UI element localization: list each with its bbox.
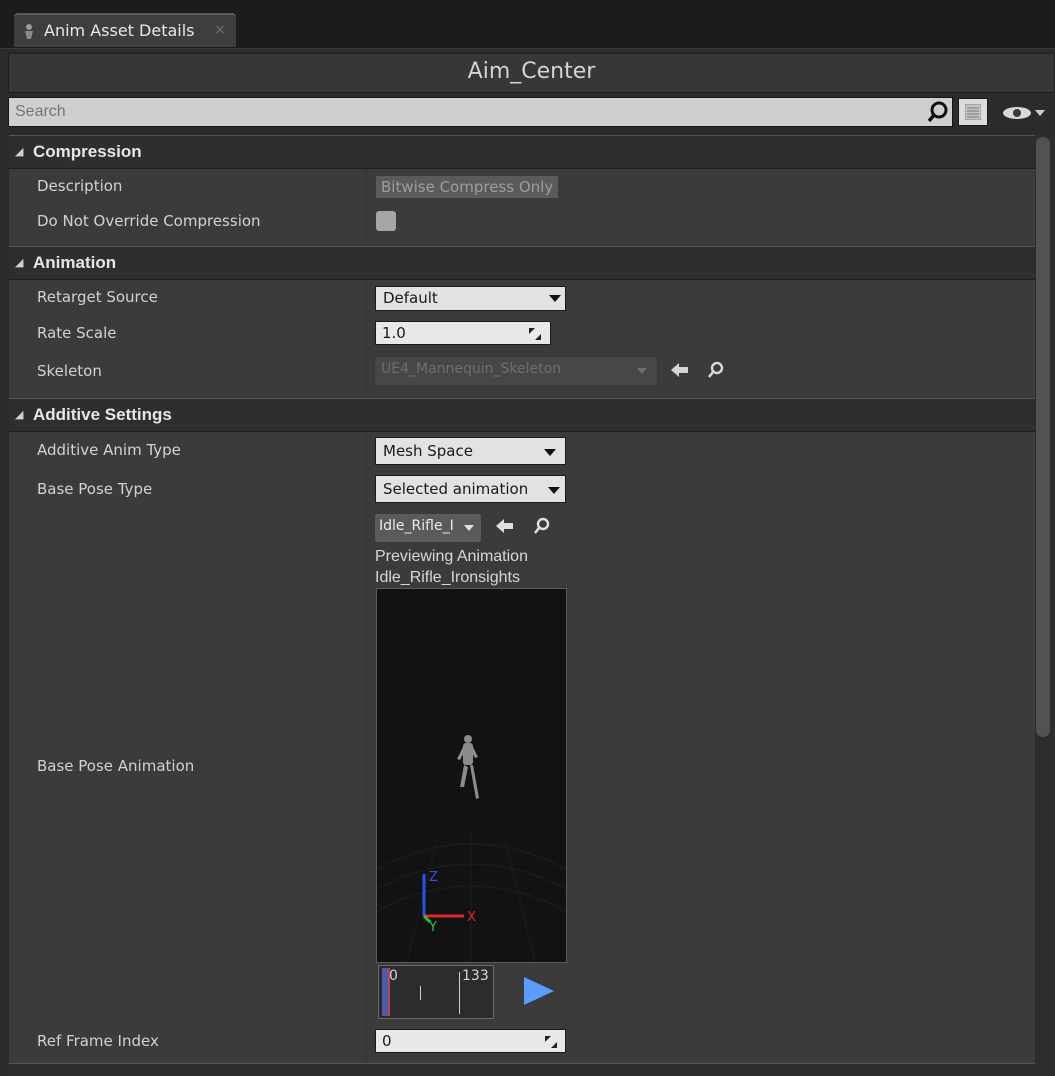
asset-title-bar: Aim_Center [8,53,1055,93]
tick-mark [420,986,421,1000]
spin-arrows-icon [545,1036,557,1048]
base-pose-animation-picker[interactable]: Idle_Rifle_I [375,514,481,542]
column-divider [366,169,367,243]
tab-strip: Anim Asset Details × [0,0,1055,49]
description-value: Bitwise Compress Only [376,176,559,198]
ref-frame-index-input[interactable]: 0 [375,1029,566,1053]
axis-gizmo: Z X Y [422,870,476,935]
scrollbar-thumb[interactable] [1036,137,1050,737]
chevron-down-icon [637,368,647,374]
additive-anim-type-label: Additive Anim Type [37,441,181,459]
column-divider [366,280,367,395]
skeleton-value: UE4_Mannequin_Skeleton [381,361,562,377]
ref-frame-index-value: 0 [382,1032,392,1050]
arrow-left-icon[interactable] [496,518,514,534]
chevron-down-icon [464,525,474,531]
chevron-down-icon [549,295,561,302]
eye-icon[interactable] [995,102,1053,124]
mannequin-figure [457,735,479,799]
category-title: Additive Settings [33,405,172,424]
preview-line-2: Idle_Rifle_Ironsights [375,569,520,586]
category-additive-settings[interactable]: ◢ Additive Settings [9,398,1035,432]
chevron-down-icon [544,449,556,456]
dropdown-value: Default [383,289,438,307]
gear-icon [25,24,33,39]
spin-arrows-icon [529,328,541,340]
category-animation[interactable]: ◢ Animation [9,246,1035,280]
preview-line-1: Previewing Animation [375,548,528,565]
tab-label: Anim Asset Details [44,21,195,40]
axis-z-label: Z [429,870,438,885]
ref-frame-index-label: Ref Frame Index [37,1032,159,1050]
override-compression-label: Do Not Override Compression [37,212,261,230]
category-next-partial[interactable] [9,1063,1035,1076]
tab-close-icon[interactable]: × [214,22,226,38]
search-icon[interactable] [707,361,725,379]
details-panel: ◢ Compression Description Bitwise Compre… [8,135,1035,1076]
collapse-triangle-icon: ◢ [15,145,24,158]
description-label: Description [37,177,123,195]
axis-y-label: Y [428,920,437,935]
end-marker [459,972,460,1014]
column-divider [366,432,367,1076]
base-pose-animation-label: Base Pose Animation [37,757,195,775]
skeleton-label: Skeleton [37,362,102,380]
base-pose-type-dropdown[interactable]: Selected animation [375,475,566,503]
chevron-down-icon [548,487,560,494]
category-title: Compression [33,142,142,161]
play-icon[interactable] [522,975,556,1007]
tab-anim-asset-details[interactable]: Anim Asset Details × [14,13,236,47]
category-title: Animation [33,253,117,272]
timeline-scrubber[interactable]: 0 133 [378,965,494,1019]
dropdown-value: Selected animation [383,480,529,498]
search-icon[interactable] [533,517,551,535]
dropdown-value: Mesh Space [383,442,473,460]
arrow-left-icon[interactable] [671,362,689,378]
ground-grid [377,829,566,962]
timeline-start: 0 [389,968,398,984]
category-compression[interactable]: ◢ Compression [9,135,1035,169]
skeleton-picker[interactable]: UE4_Mannequin_Skeleton [375,357,657,385]
grid-view-button[interactable] [958,98,988,126]
preview-caption: Previewing Animation Idle_Rifle_Ironsigh… [375,546,528,588]
search-input[interactable] [8,97,953,127]
rate-scale-label: Rate Scale [37,324,117,342]
search-icon[interactable] [925,99,951,125]
timeline-end: 133 [462,968,489,984]
override-compression-checkbox[interactable] [376,211,396,231]
retarget-source-label: Retarget Source [37,288,158,306]
retarget-source-dropdown[interactable]: Default [375,286,566,311]
preview-scene: Z X Y [377,735,566,962]
asset-title: Aim_Center [467,59,596,84]
collapse-triangle-icon: ◢ [15,256,24,269]
collapse-triangle-icon: ◢ [15,408,24,421]
animation-preview-viewport[interactable]: Z X Y [376,588,567,963]
base-pose-type-label: Base Pose Type [37,480,153,498]
grid-icon [965,104,981,120]
axis-x-label: X [467,910,476,925]
picker-value: Idle_Rifle_I [379,518,454,534]
additive-anim-type-dropdown[interactable]: Mesh Space [375,437,566,465]
rate-scale-input[interactable]: 1.0 [375,321,551,345]
rate-scale-value: 1.0 [382,324,406,342]
